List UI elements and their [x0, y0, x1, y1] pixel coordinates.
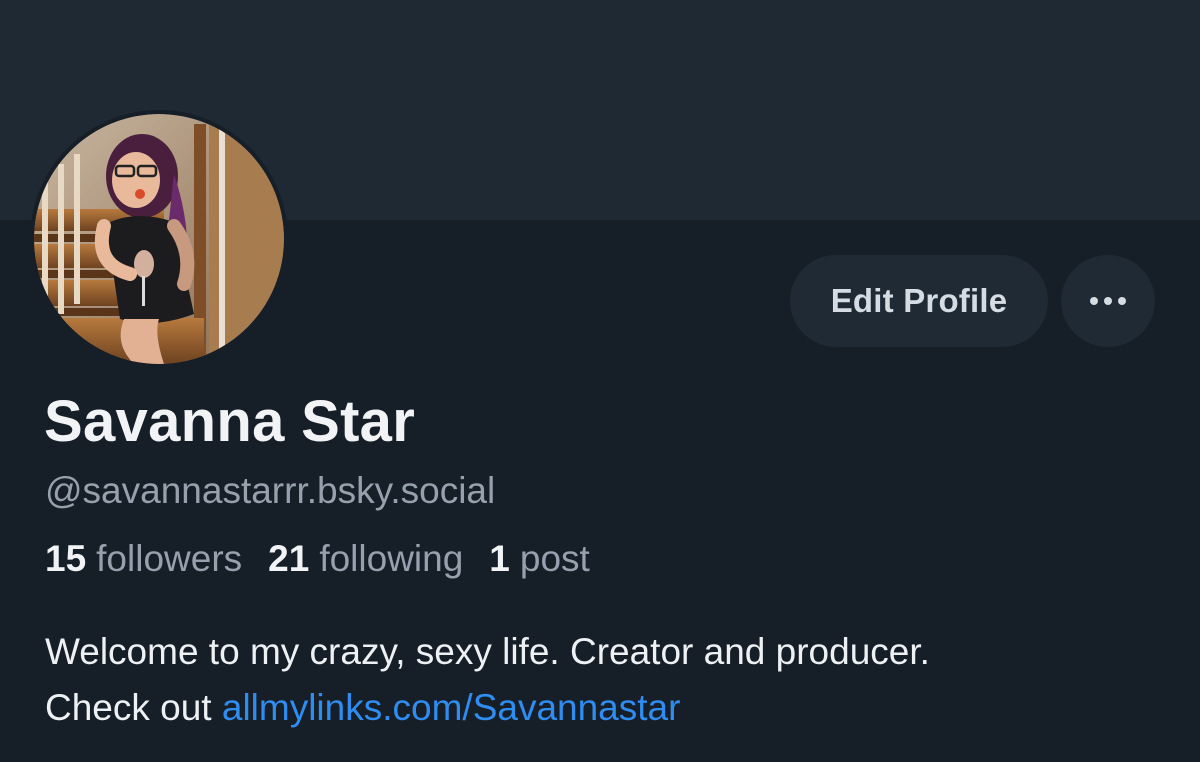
profile-stats: 15 followers 21 following 1 post: [45, 538, 616, 580]
posts-count: 1: [489, 538, 510, 579]
profile-handle[interactable]: @savannastarrr.bsky.social: [45, 470, 495, 512]
following-stat[interactable]: 21 following: [268, 538, 463, 580]
avatar-photo: [34, 114, 284, 364]
display-name: Savanna Star: [44, 389, 416, 454]
bio-line-2: Check out allmylinks.com/Savannastar: [45, 680, 930, 736]
avatar[interactable]: [30, 110, 288, 368]
bio-line-2-prefix: Check out: [45, 687, 222, 728]
edit-profile-button[interactable]: Edit Profile: [790, 255, 1048, 347]
following-label: following: [319, 538, 464, 579]
posts-label: post: [519, 538, 590, 579]
bio-link[interactable]: allmylinks.com/Savannastar: [222, 687, 681, 728]
following-count: 21: [268, 538, 310, 579]
more-options-button[interactable]: [1061, 255, 1155, 347]
profile-bio: Welcome to my crazy, sexy life. Creator …: [45, 624, 930, 736]
profile-page: Edit Profile Savanna Star @savannastarrr…: [0, 0, 1200, 762]
posts-stat: 1 post: [489, 538, 590, 580]
bio-line-1: Welcome to my crazy, sexy life. Creator …: [45, 631, 930, 672]
ellipsis-icon: [1090, 297, 1126, 305]
followers-stat[interactable]: 15 followers: [45, 538, 242, 580]
followers-count: 15: [45, 538, 87, 579]
followers-label: followers: [96, 538, 243, 579]
